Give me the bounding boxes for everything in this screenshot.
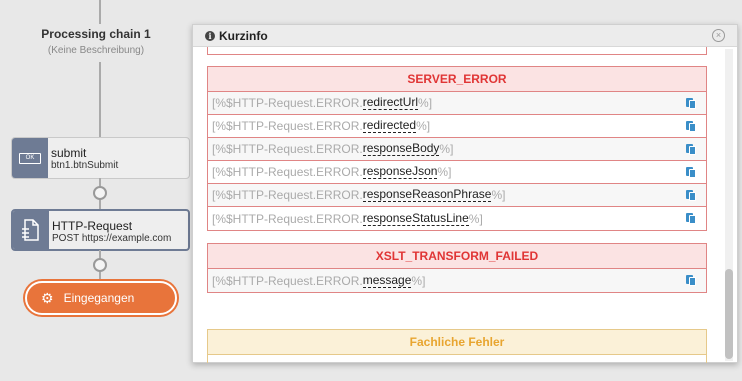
variable-row: [%$HTTP-Request.ERROR. redirectUrl%] — [208, 92, 706, 115]
info-panel: i Kurzinfo × SERVER_ERROR [%$HTTP-Reques… — [192, 24, 738, 363]
variable-row: [%$HTTP-Request.ERROR. responseJson%] — [208, 161, 706, 184]
scrollbar[interactable] — [725, 49, 733, 361]
copy-icon[interactable] — [686, 98, 696, 109]
panel-title: Kurzinfo — [219, 28, 268, 43]
previous-table-end — [207, 47, 707, 55]
xslt-error-table: XSLT_TRANSFORM_FAILED [%$HTTP-Request.ER… — [207, 243, 707, 293]
variable-suffix: %] — [468, 211, 483, 226]
node-title: submit — [51, 146, 87, 160]
variable-suffix: %] — [437, 165, 452, 179]
variable-row: [%$HTTP-Request.ERROR. message%] — [208, 269, 706, 292]
copy-icon[interactable] — [686, 275, 696, 286]
scrollbar-thumb[interactable] — [725, 269, 733, 359]
variable-suffix: %] — [416, 119, 431, 133]
http-request-node[interactable]: HTTP-Request POST https://example.com — [11, 209, 190, 251]
table-heading: XSLT_TRANSFORM_FAILED — [208, 244, 706, 269]
copy-icon[interactable] — [686, 167, 696, 178]
copy-icon[interactable] — [686, 213, 696, 224]
document-icon — [13, 211, 49, 249]
business-errors-box: Fachliche Fehler Diese Aktion erzeugt ke… — [207, 329, 707, 363]
flow-line — [99, 62, 101, 137]
business-errors-text: Diese Aktion erzeugt keine fachlichen Fe… — [208, 355, 706, 364]
panel-header: i Kurzinfo — [193, 25, 737, 47]
node-subtitle: POST https://example.com — [52, 233, 172, 244]
flow-connector[interactable] — [93, 186, 107, 200]
variable-prefix: [%$HTTP-Request.ERROR. — [212, 142, 363, 156]
variable-key[interactable]: redirected — [362, 119, 417, 133]
variable-row: [%$HTTP-Request.ERROR. redirected%] — [208, 115, 706, 138]
variable-key[interactable]: responseJson — [362, 165, 438, 179]
variable-prefix: [%$HTTP-Request.ERROR. — [212, 165, 363, 179]
variable-row: [%$HTTP-Request.ERROR. responseReasonPhra… — [208, 184, 706, 207]
panel-body: SERVER_ERROR [%$HTTP-Request.ERROR. redir… — [193, 47, 723, 363]
server-error-table: SERVER_ERROR [%$HTTP-Request.ERROR. redir… — [207, 66, 707, 231]
variable-key[interactable]: responseReasonPhrase — [362, 188, 492, 202]
chain-title: Processing chain 1 — [41, 27, 151, 41]
copy-icon[interactable] — [686, 190, 696, 201]
variable-key[interactable]: redirectUrl — [362, 96, 419, 110]
node-title: HTTP-Request — [52, 219, 133, 233]
variable-suffix: %] — [411, 273, 426, 288]
received-node[interactable]: ⚙ Eingegangen — [25, 281, 177, 315]
info-icon: i — [205, 30, 215, 41]
variable-row: [%$HTTP-Request.ERROR. responseBody%] — [208, 138, 706, 161]
variable-prefix: [%$HTTP-Request.ERROR. — [212, 119, 363, 133]
variable-key[interactable]: responseStatusLine — [362, 211, 469, 226]
variable-prefix: [%$HTTP-Request.ERROR. — [212, 211, 363, 226]
variable-prefix: [%$HTTP-Request.ERROR. — [212, 273, 363, 288]
received-label: Eingegangen — [63, 291, 135, 305]
copy-icon[interactable] — [686, 144, 696, 155]
variable-suffix: %] — [439, 142, 454, 156]
table-heading: SERVER_ERROR — [208, 67, 706, 92]
variable-key[interactable]: responseBody — [362, 142, 440, 156]
variable-prefix: [%$HTTP-Request.ERROR. — [212, 96, 363, 110]
variable-suffix: %] — [491, 188, 506, 202]
copy-icon[interactable] — [686, 121, 696, 132]
close-icon[interactable]: × — [712, 29, 725, 42]
variable-prefix: [%$HTTP-Request.ERROR. — [212, 188, 363, 202]
flow-connector[interactable] — [93, 258, 107, 272]
variable-suffix: %] — [418, 96, 433, 110]
flow-line — [99, 0, 101, 24]
variable-row: [%$HTTP-Request.ERROR. responseStatusLine… — [208, 207, 706, 230]
node-subtitle: btn1.btnSubmit — [51, 160, 119, 171]
button-icon: OK — [12, 138, 48, 178]
variable-key[interactable]: message — [362, 273, 412, 288]
business-errors-heading: Fachliche Fehler — [208, 330, 706, 355]
gears-icon: ⚙ — [41, 289, 54, 306]
submit-node[interactable]: OK submit btn1.btnSubmit — [11, 137, 190, 179]
chain-description: (Keine Beschreibung) — [47, 45, 145, 56]
